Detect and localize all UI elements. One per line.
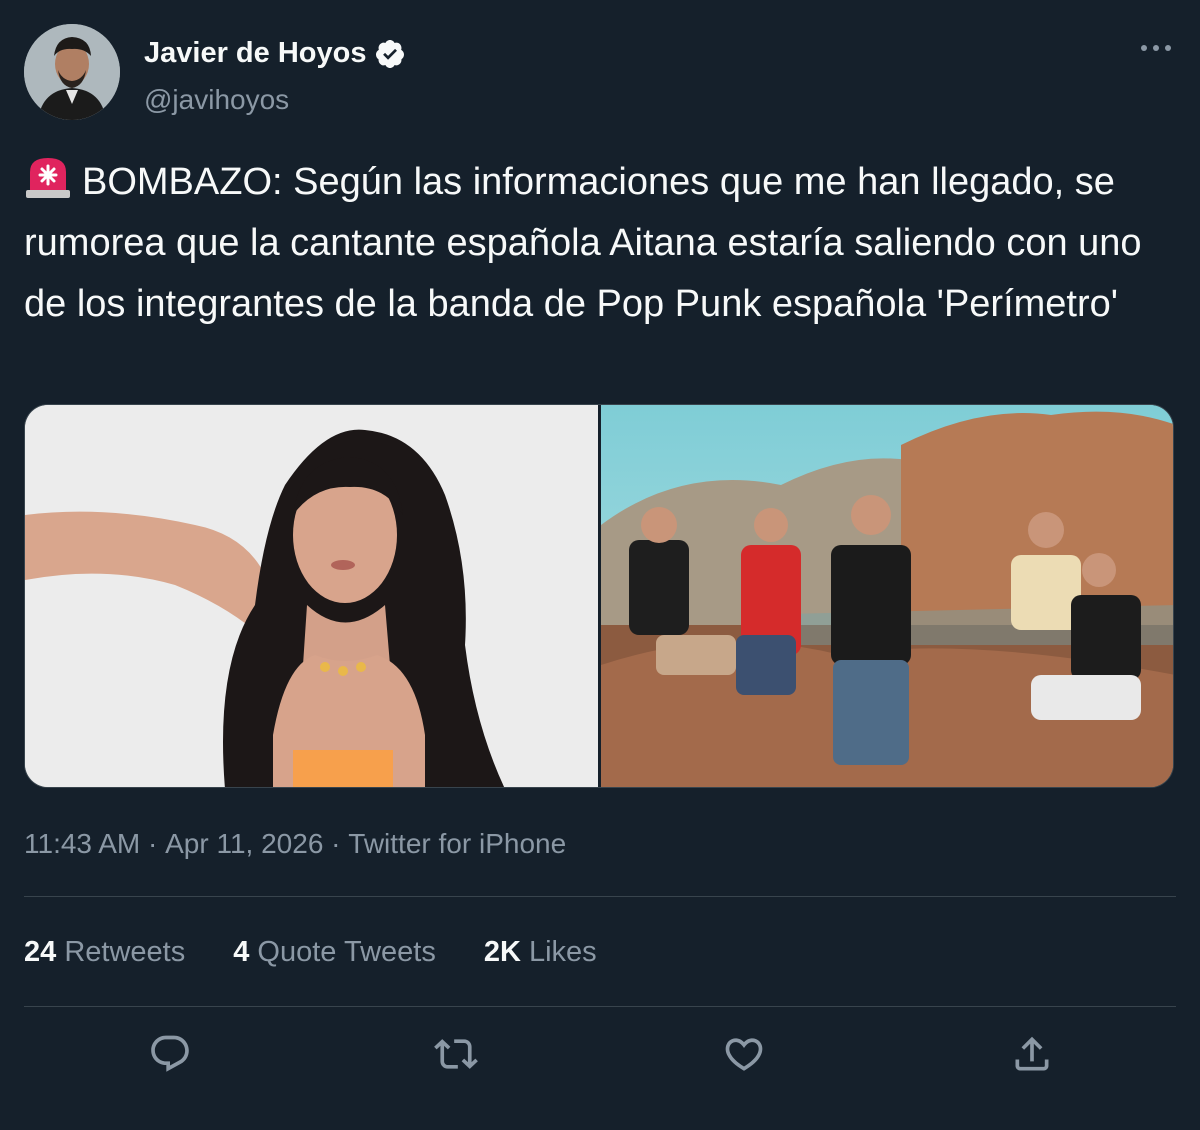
meta-separator: ·: [140, 828, 166, 859]
retweets-count: 24: [24, 936, 57, 968]
avatar-image: [24, 24, 120, 120]
siren-icon: [26, 158, 70, 198]
tweet-date[interactable]: Apr 11, 2026: [165, 828, 323, 860]
retweets-label: Retweets: [64, 936, 186, 968]
reply-button[interactable]: [146, 1030, 194, 1078]
like-icon: [725, 1038, 763, 1071]
display-name[interactable]: Javier de Hoyos: [144, 37, 366, 70]
tweet-time[interactable]: 11:43 AM: [24, 828, 140, 860]
tweet-source[interactable]: Twitter for iPhone: [348, 828, 566, 860]
divider: [24, 1006, 1176, 1007]
retweet-button[interactable]: [432, 1030, 480, 1078]
tweet-body: BOMBAZO: Según las informaciones que me …: [24, 161, 1142, 325]
likes-stat[interactable]: 2K Likes: [484, 936, 597, 969]
share-button[interactable]: [1008, 1030, 1056, 1078]
meta-separator: ·: [323, 828, 349, 859]
quote-tweets-label: Quote Tweets: [257, 936, 436, 968]
more-horizontal-icon[interactable]: [1136, 34, 1176, 62]
tweet-stats: 24 Retweets 4 Quote Tweets 2K Likes: [24, 936, 597, 969]
name-row: Javier de Hoyos: [144, 37, 406, 70]
handle[interactable]: @javihoyos: [144, 84, 289, 116]
retweet-icon: [434, 1039, 478, 1069]
photo-woman-image: [25, 405, 598, 787]
tweet-actions: [0, 1030, 1200, 1080]
tweet-text: BOMBAZO: Según las informaciones que me …: [24, 152, 1174, 335]
tweet-media[interactable]: [24, 404, 1174, 788]
divider: [24, 896, 1176, 897]
retweets-stat[interactable]: 24 Retweets: [24, 936, 185, 969]
likes-count: 2K: [483, 936, 521, 968]
quote-tweets-stat[interactable]: 4 Quote Tweets: [233, 936, 436, 969]
tweet-header: Javier de Hoyos @javihoyos: [24, 24, 1176, 124]
like-button[interactable]: [720, 1030, 768, 1078]
verified-badge-icon: [376, 39, 405, 68]
share-icon: [1015, 1036, 1049, 1071]
likes-label: Likes: [528, 936, 597, 968]
photo-band-image: [600, 405, 1173, 787]
quote-tweets-count: 4: [233, 936, 250, 968]
reply-icon: [151, 1035, 189, 1072]
tweet-detail: Javier de Hoyos @javihoyos BOMBAZO: Segú…: [0, 0, 1200, 1130]
media-photo-left[interactable]: [25, 405, 598, 787]
media-photo-right[interactable]: [600, 405, 1173, 787]
tweet-meta: 11:43 AM · Apr 11, 2026 · Twitter for iP…: [24, 828, 566, 860]
avatar[interactable]: [24, 24, 120, 120]
